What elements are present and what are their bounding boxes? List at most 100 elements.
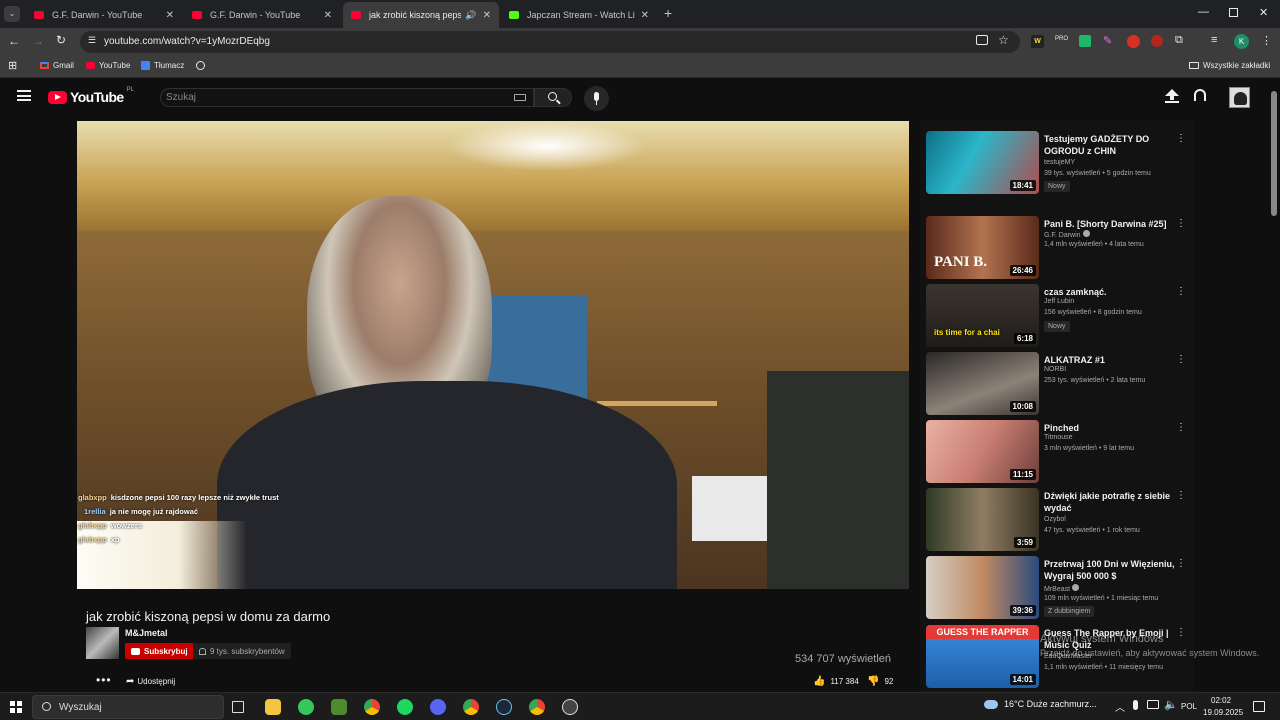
browser-tab[interactable]: Japczan Stream - Watch Live on ✕ (501, 2, 657, 28)
extension-icon[interactable]: PRO (1055, 36, 1068, 47)
page-scrollbar[interactable] (1271, 91, 1277, 216)
minecraft-icon[interactable] (331, 699, 347, 715)
extension-icon[interactable] (1127, 35, 1140, 48)
windows-start-icon[interactable] (10, 701, 22, 713)
volume-icon[interactable]: 🔈 (1164, 698, 1178, 711)
recommended-video[interactable]: PANI B. 26:46 Pani B. [Shorty Darwina #2… (926, 216, 1186, 280)
minimize-window-icon[interactable]: — (1198, 6, 1209, 18)
video-thumbnail[interactable]: 10:08 (926, 352, 1039, 415)
more-options-icon[interactable]: ⋮ (1176, 218, 1186, 229)
browser-tab[interactable]: G.F. Darwin - YouTube ✕ (184, 2, 340, 28)
tab-search-button[interactable]: ⌄ (4, 6, 20, 22)
search-button[interactable] (534, 88, 572, 107)
search-input[interactable]: Szukaj (160, 88, 534, 107)
bookmark-globe[interactable] (196, 61, 205, 70)
recommended-video[interactable]: 39:36 Przetrwaj 100 Dni w Więzieniu, Wyg… (926, 556, 1186, 620)
restore-window-icon[interactable] (1229, 8, 1238, 17)
video-thumbnail[interactable]: PANI B. 26:46 (926, 216, 1039, 279)
extension-icon[interactable]: W (1031, 35, 1044, 48)
keyboard-icon[interactable] (514, 94, 526, 101)
more-options-icon[interactable]: ⋮ (1176, 490, 1186, 501)
tray-chevron-icon[interactable]: ︿ (1115, 699, 1125, 714)
video-thumbnail[interactable]: 18:41 (926, 131, 1039, 194)
cast-icon[interactable] (976, 35, 988, 45)
more-options-icon[interactable]: ⋮ (1176, 627, 1186, 638)
new-tab-button[interactable]: + (664, 5, 672, 21)
audio-playing-icon[interactable]: 🔊 (465, 10, 476, 21)
video-thumbnail[interactable]: 11:15 (926, 420, 1039, 483)
chrome-icon[interactable] (364, 699, 380, 715)
browser-menu-icon[interactable]: ⋮ (1261, 34, 1272, 47)
video-player[interactable] (77, 121, 909, 589)
close-tab-icon[interactable]: ✕ (483, 10, 491, 21)
reload-icon[interactable]: ↻ (56, 33, 66, 47)
more-options-icon[interactable]: ⋮ (1176, 422, 1186, 433)
more-options-icon[interactable]: ⋮ (1176, 133, 1186, 144)
close-window-icon[interactable]: ✕ (1259, 6, 1268, 19)
more-options-icon[interactable]: ⋮ (1176, 558, 1186, 569)
language-indicator[interactable]: POL (1181, 702, 1197, 711)
share-button[interactable]: ➦ Udostępnij (126, 676, 175, 687)
extensions-puzzle-icon[interactable]: ⧉ (1175, 34, 1183, 47)
task-view-icon[interactable] (232, 701, 244, 713)
profile-avatar[interactable]: K (1234, 34, 1249, 49)
file-explorer-icon[interactable] (265, 699, 281, 715)
bookmark-star-icon[interactable]: ☆ (998, 33, 1009, 47)
reading-list-icon[interactable]: ≡ (1211, 34, 1217, 46)
all-bookmarks-button[interactable]: Wszystkie zakładki (1189, 61, 1270, 70)
chrome-icon-active[interactable] (529, 699, 545, 715)
more-options-icon[interactable]: ⋮ (1176, 354, 1186, 365)
forward-icon[interactable]: → (32, 34, 44, 48)
hamburger-menu-icon[interactable] (17, 90, 31, 101)
app-icon[interactable] (298, 699, 314, 715)
upload-icon[interactable] (1165, 89, 1179, 103)
recommended-video[interactable]: 11:15 Pinched Titmouse 3 mln wyświetleń … (926, 420, 1186, 484)
recommended-video[interactable]: 18:41 Testujemy GADŻETY DO OGRODU z CHIN… (926, 131, 1186, 195)
bookmark-translate[interactable]: Tłumacz (141, 61, 184, 70)
more-actions-icon[interactable]: ••• (96, 673, 112, 687)
site-info-icon[interactable]: ☰ (88, 35, 96, 46)
video-thumbnail[interactable]: GUESS THE RAPPER 14:01 (926, 625, 1039, 688)
video-thumbnail[interactable]: its time for a chai 6:18 (926, 284, 1039, 347)
dislike-button[interactable]: 👎 92 (867, 676, 893, 687)
close-tab-icon[interactable]: ✕ (324, 10, 332, 21)
like-button[interactable]: 👍 117 384 (813, 676, 859, 687)
recommended-video[interactable]: 10:08 ALKATRAZ #1 NORBI 253 tys. wyświet… (926, 352, 1186, 416)
channel-avatar[interactable] (86, 627, 119, 659)
extension-icon[interactable] (1079, 35, 1091, 47)
address-bar[interactable]: ☰ youtube.com/watch?v=1yMozrDEqbg ☆ (80, 31, 1020, 53)
subscribe-button[interactable]: Subskrybuj (125, 643, 194, 659)
extension-icon[interactable] (1151, 35, 1163, 47)
microphone-tray-icon[interactable] (1133, 700, 1138, 710)
apps-grid-icon[interactable]: ⊞ (8, 59, 17, 72)
extension-icon[interactable]: ✎ (1103, 34, 1112, 47)
video-thumbnail[interactable]: 3:59 (926, 488, 1039, 551)
bookmark-youtube[interactable]: YouTube (86, 61, 130, 70)
bell-icon[interactable] (199, 647, 206, 655)
browser-tab-active[interactable]: jak zrobić kiszoną pepsi w d 🔊 ✕ (343, 2, 499, 28)
close-tab-icon[interactable]: ✕ (641, 10, 649, 21)
taskbar-search-input[interactable]: Wyszukaj (32, 695, 224, 719)
recommended-video[interactable]: its time for a chai 6:18 czas zamknąć. J… (926, 284, 1186, 348)
video-thumbnail[interactable]: 39:36 (926, 556, 1039, 619)
discord-icon[interactable] (430, 699, 446, 715)
spotify-icon[interactable] (397, 699, 413, 715)
bookmark-gmail[interactable]: Gmail (40, 61, 74, 70)
app-icon[interactable] (562, 699, 578, 715)
chrome-icon[interactable] (463, 699, 479, 715)
steam-icon[interactable] (496, 699, 512, 715)
weather-widget[interactable]: 16°C Duże zachmurz... (984, 699, 1097, 709)
clock-time[interactable]: 02:02 (1211, 696, 1231, 705)
notifications-icon[interactable] (1253, 701, 1265, 712)
recommended-video[interactable]: 3:59 Dźwięki jakie potrafię z siebie wyd… (926, 488, 1186, 552)
channel-name[interactable]: M&Jmetal (125, 628, 168, 638)
network-icon[interactable] (1147, 700, 1159, 709)
browser-tab[interactable]: G.F. Darwin - YouTube ✕ (26, 2, 182, 28)
account-avatar[interactable] (1229, 87, 1250, 108)
close-tab-icon[interactable]: ✕ (166, 10, 174, 21)
notifications-bell-icon[interactable] (1194, 89, 1206, 101)
back-icon[interactable]: ← (8, 34, 20, 48)
voice-search-button[interactable] (584, 86, 609, 111)
more-options-icon[interactable]: ⋮ (1176, 286, 1186, 297)
youtube-logo[interactable]: YouTube PL (48, 87, 134, 105)
